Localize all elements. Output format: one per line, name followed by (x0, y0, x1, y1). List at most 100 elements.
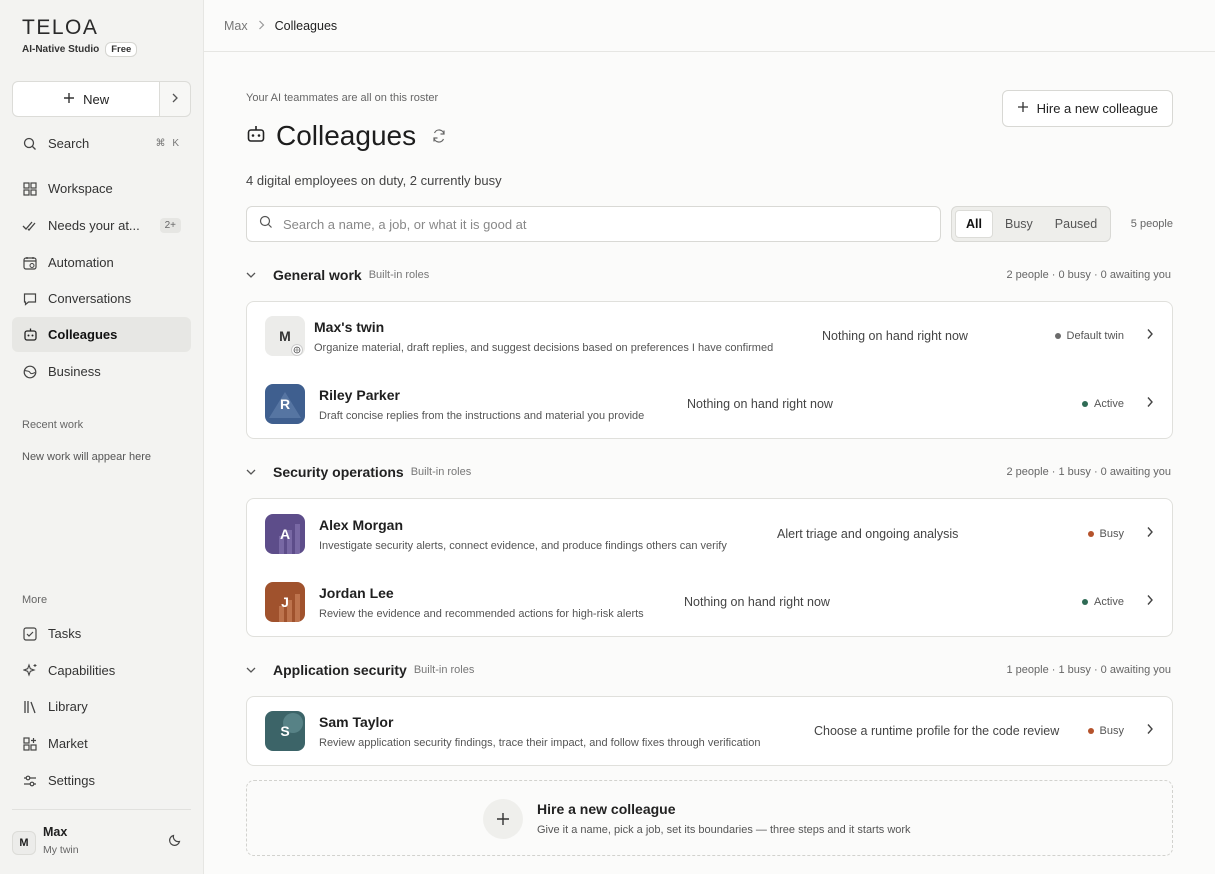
search-input[interactable] (283, 216, 923, 232)
moon-icon (168, 833, 182, 852)
sidebar-item-automation[interactable]: Automation (12, 245, 191, 280)
sidebar-item-colleagues[interactable]: Colleagues (12, 317, 191, 352)
status-badge: Active (1082, 398, 1124, 410)
status-filter: All Busy Paused (951, 206, 1112, 242)
sidebar-item-label: Automation (48, 255, 114, 270)
group-card-general-work: M Max's twin Organize material, draft re… (246, 301, 1173, 439)
group-name: Security operations (273, 464, 404, 480)
colleague-row[interactable]: S Sam Taylor Review application security… (247, 697, 1172, 765)
plus-icon (1017, 101, 1029, 116)
group-card-application-security: S Sam Taylor Review application security… (246, 696, 1173, 766)
group-stats: 1 people · 1 busy · 0 awaiting you (1006, 664, 1172, 676)
page-subtitle: 4 digital employees on duty, 2 currently… (246, 173, 502, 188)
search-shortcut: ⌘ K (155, 138, 181, 149)
colleague-description: Investigate security alerts, connect evi… (319, 540, 727, 552)
status-dot (1087, 728, 1094, 734)
new-expand-button[interactable] (160, 81, 191, 117)
refresh-icon[interactable] (432, 129, 446, 143)
group-header-security-operations[interactable]: Security operations Built-in roles 2 peo… (246, 462, 1173, 482)
colleague-current-task: Choose a runtime profile for the code re… (814, 724, 1060, 738)
sidebar-item-label: Search (48, 136, 90, 151)
plus-icon (63, 92, 75, 107)
chevron-down-icon (246, 468, 264, 476)
checkbox-icon (22, 626, 38, 642)
colleague-description: Draft concise replies from the instructi… (319, 410, 645, 422)
chevron-right-icon (1146, 723, 1154, 735)
group-header-general-work[interactable]: General work Built-in roles 2 people · 0… (246, 265, 1173, 285)
sidebar-item-search[interactable]: Search ⌘ K (12, 126, 191, 161)
sidebar-item-tasks[interactable]: Tasks (12, 616, 191, 651)
colleague-row[interactable]: A Alex Morgan Investigate security alert… (247, 500, 1172, 568)
colleague-row[interactable]: J Jordan Lee Review the evidence and rec… (247, 568, 1172, 636)
colleague-search[interactable] (246, 206, 941, 242)
user-profile[interactable]: M Max My twin (12, 809, 191, 867)
books-icon (22, 699, 38, 715)
sidebar-item-needs-attention[interactable]: Needs your at... 2+ (12, 208, 191, 243)
chevron-right-icon (258, 19, 265, 33)
colleague-row[interactable]: M Max's twin Organize material, draft re… (247, 302, 1172, 370)
theme-toggle-button[interactable] (165, 832, 185, 852)
new-button[interactable]: New (12, 81, 161, 117)
sidebar-item-workspace[interactable]: Workspace (12, 171, 191, 206)
colleague-description: Review application security findings, tr… (319, 737, 761, 749)
sidebar-item-business[interactable]: Business (12, 354, 191, 389)
sidebar-item-label: Settings (48, 773, 95, 788)
colleague-description: Organize material, draft replies, and su… (314, 342, 774, 354)
breadcrumb-current: Colleagues (274, 18, 338, 33)
chevron-right-icon (1146, 328, 1154, 340)
hire-colleague-button[interactable]: Hire a new colleague (1001, 90, 1173, 127)
colleague-row[interactable]: R Riley Parker Draft concise replies fro… (247, 370, 1172, 438)
sidebar-item-market[interactable]: Market (12, 726, 191, 761)
sidebar-item-label: Business (48, 364, 101, 379)
brand-tagline: AI-Native Studio (22, 44, 100, 55)
chevron-right-icon (1146, 526, 1154, 538)
status-badge: Active (1082, 596, 1124, 608)
chevron-right-icon (1146, 396, 1154, 408)
status-badge: Default twin (1054, 330, 1124, 342)
avatar: S (265, 711, 305, 751)
colleague-current-task: Nothing on hand right now (822, 329, 968, 343)
colleague-name: Riley Parker (319, 387, 400, 403)
sidebar-item-library[interactable]: Library (12, 689, 191, 724)
more-heading: More (22, 594, 48, 606)
colleague-name: Max's twin (314, 319, 385, 335)
recent-work-heading: Recent work (22, 419, 84, 431)
colleague-name: Alex Morgan (319, 517, 404, 533)
sidebar-item-label: Tasks (48, 626, 82, 641)
page-title: Colleagues (276, 120, 417, 151)
user-subtitle: My twin (43, 844, 79, 856)
sidebar-item-settings[interactable]: Settings (12, 763, 191, 798)
colleague-current-task: Nothing on hand right now (684, 595, 830, 609)
avatar: J (265, 582, 305, 622)
calendar-clock-icon (22, 255, 38, 271)
sidebar-item-capabilities[interactable]: Capabilities (12, 653, 191, 688)
plan-badge: Free (105, 42, 138, 57)
colleague-description: Review the evidence and recommended acti… (319, 608, 644, 620)
avatar: A (265, 514, 305, 554)
sparkle-icon (22, 663, 38, 679)
sidebar-item-conversations[interactable]: Conversations (12, 281, 191, 316)
hire-card-description: Give it a name, pick a job, set its boun… (537, 824, 911, 836)
new-button-group: New (12, 81, 191, 117)
breadcrumb-parent[interactable]: Max (224, 19, 248, 33)
sidebar-item-label: Colleagues (48, 327, 118, 342)
group-header-application-security[interactable]: Application security Built-in roles 1 pe… (246, 660, 1173, 680)
grid-icon (22, 181, 38, 197)
apps-add-icon (22, 736, 38, 752)
globe-icon (22, 364, 38, 380)
double-check-icon (22, 218, 38, 234)
brand-logo[interactable]: TELOA AI-Native Studio Free (22, 16, 138, 57)
filter-busy[interactable]: Busy (995, 210, 1043, 238)
colleague-name: Sam Taylor (319, 714, 394, 730)
chevron-right-icon (1146, 594, 1154, 606)
status-dot (1087, 531, 1094, 537)
hire-colleague-card[interactable]: Hire a new colleague Give it a name, pic… (246, 780, 1173, 856)
status-badge: Busy (1087, 725, 1124, 737)
colleague-name: Jordan Lee (319, 585, 394, 601)
sidebar-item-label: Conversations (48, 291, 132, 306)
status-dot (1054, 333, 1061, 339)
filter-all[interactable]: All (955, 210, 993, 238)
group-tag: Built-in roles (410, 466, 472, 478)
filter-paused[interactable]: Paused (1045, 210, 1107, 238)
attention-count-badge: 2+ (159, 218, 181, 233)
